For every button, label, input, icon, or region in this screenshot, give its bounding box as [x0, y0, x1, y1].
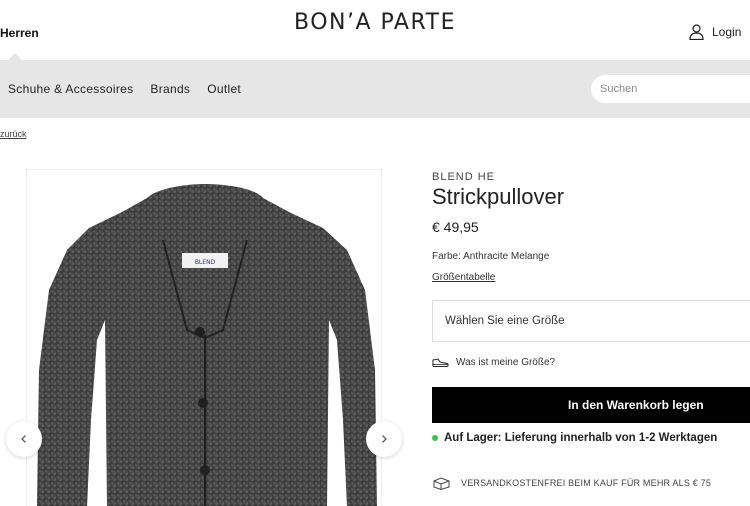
login-label: Login	[712, 25, 742, 39]
chevron-right-icon	[382, 435, 387, 443]
product-image-gallery[interactable]: BLEND	[26, 169, 382, 506]
nav-item-outlet[interactable]: Outlet	[207, 82, 241, 96]
user-icon	[689, 24, 704, 40]
fit-help-label: Was ist meine Größe?	[456, 357, 556, 368]
product-image: BLEND	[37, 184, 377, 506]
product-brand[interactable]: BLEND HE	[432, 171, 495, 183]
stock-status-text: Auf Lager: Lieferung innerhalb von 1-2 W…	[444, 432, 718, 444]
nav-item-schuhe-accessoires[interactable]: Schuhe & Accessoires	[8, 82, 133, 96]
add-to-cart-button[interactable]: In den Warenkorb legen	[432, 387, 750, 423]
shipping-note: VERSANDKOSTENFREI BEIM KAUF FÜR MEHR ALS…	[432, 476, 711, 490]
shipping-box-icon	[433, 477, 450, 490]
size-chart-link[interactable]: Größentabelle	[432, 272, 495, 283]
stock-indicator-dot	[432, 435, 438, 441]
nav-item-brands[interactable]: Brands	[150, 82, 190, 96]
product-title: Strickpullover	[432, 184, 565, 209]
fit-help-link[interactable]: Was ist meine Größe?	[432, 357, 555, 368]
shoe-icon	[432, 358, 449, 367]
nav-items: Schuhe & Accessoires Brands Outlet	[8, 82, 241, 96]
gallery-prev-button[interactable]	[6, 421, 42, 457]
gallery-next-button[interactable]	[366, 421, 402, 457]
brand-logo[interactable]: BON’A PARTE	[0, 10, 750, 35]
back-link[interactable]: zurück	[0, 129, 27, 139]
stock-status: Auf Lager: Lieferung innerhalb von 1-2 W…	[432, 432, 717, 444]
garment-label: BLEND	[195, 259, 216, 266]
search-input[interactable]	[591, 75, 750, 103]
top-bar: Herren BON’A PARTE Login	[0, 0, 750, 60]
main-nav: Schuhe & Accessoires Brands Outlet	[0, 60, 750, 118]
product-price: € 49,95	[432, 219, 479, 235]
product-color: Farbe: Anthracite Melange	[432, 251, 550, 262]
shipping-note-text: VERSANDKOSTENFREI BEIM KAUF FÜR MEHR ALS…	[461, 478, 712, 488]
chevron-left-icon	[21, 435, 26, 443]
size-select[interactable]: Wählen Sie eine Größe	[432, 300, 750, 342]
active-tab-caret	[8, 53, 22, 60]
login-button[interactable]: Login	[689, 24, 741, 40]
